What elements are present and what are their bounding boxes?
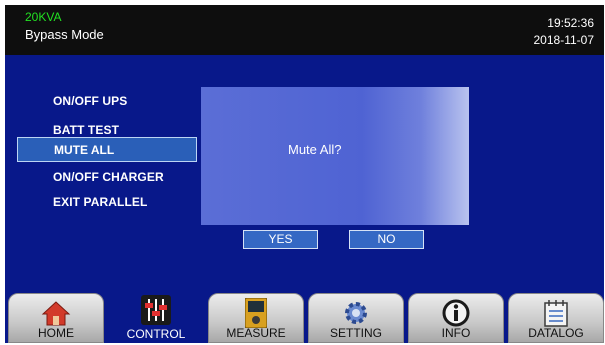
tab-setting[interactable]: SETTING bbox=[308, 293, 404, 343]
menu-item-label: MUTE ALL bbox=[54, 143, 115, 157]
gear-icon bbox=[345, 302, 367, 324]
tab-label: INFO bbox=[441, 326, 471, 340]
tab-label: MEASURE bbox=[226, 326, 286, 340]
menu-item-exit-parallel[interactable]: EXIT PARALLEL bbox=[53, 195, 147, 209]
clock-time: 19:52:36 bbox=[547, 16, 594, 30]
tab-control[interactable]: CONTROL bbox=[108, 293, 204, 343]
mode-label: Bypass Mode bbox=[25, 27, 104, 42]
control-sliders-icon bbox=[141, 295, 171, 325]
tab-label: SETTING bbox=[329, 326, 382, 340]
clock-date: 2018-11-07 bbox=[533, 33, 595, 47]
menu-item-onoff-charger[interactable]: ON/OFF CHARGER bbox=[53, 170, 164, 184]
tab-label: DATALOG bbox=[528, 326, 584, 340]
tab-home[interactable]: HOME bbox=[8, 293, 104, 343]
ups-screen: 20KVA Bypass Mode 19:52:36 2018-11-07 ON… bbox=[5, 5, 604, 343]
tab-bar: HOME CONTROL MEASURE SETTING INFO DATALO… bbox=[5, 289, 604, 343]
confirm-dialog: Mute All? bbox=[201, 87, 469, 225]
no-button[interactable]: NO bbox=[349, 230, 424, 249]
tab-info[interactable]: INFO bbox=[408, 293, 504, 343]
tab-label: HOME bbox=[38, 326, 74, 340]
tab-measure[interactable]: MEASURE bbox=[208, 293, 304, 343]
yes-button[interactable]: YES bbox=[243, 230, 318, 249]
dialog-message: Mute All? bbox=[288, 142, 342, 157]
menu-item-mute-all[interactable]: MUTE ALL bbox=[17, 137, 197, 162]
tab-label: CONTROL bbox=[126, 327, 186, 341]
status-bar: 20KVA Bypass Mode 19:52:36 2018-11-07 bbox=[5, 5, 604, 55]
menu-item-batt-test[interactable]: BATT TEST bbox=[53, 123, 119, 137]
home-icon bbox=[41, 301, 71, 326]
meter-icon bbox=[245, 298, 267, 328]
menu-item-onoff-ups[interactable]: ON/OFF UPS bbox=[53, 94, 127, 108]
info-icon bbox=[442, 299, 470, 327]
calendar-log-icon bbox=[544, 300, 568, 327]
model-label: 20KVA bbox=[25, 10, 62, 24]
tab-datalog[interactable]: DATALOG bbox=[508, 293, 604, 343]
